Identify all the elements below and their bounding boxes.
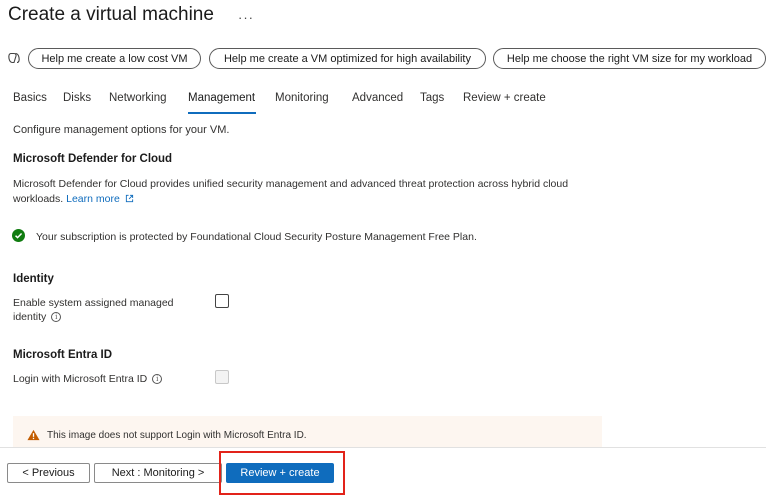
warning-icon	[27, 429, 40, 441]
more-options-button[interactable]: ···	[238, 10, 254, 25]
warning-text: This image does not support Login with M…	[47, 430, 307, 441]
learn-more-link[interactable]: Learn more	[66, 193, 134, 205]
managed-identity-label: Enable system assigned managed	[13, 297, 174, 309]
intro-text: Configure management options for your VM…	[13, 124, 230, 136]
info-icon[interactable]: i	[152, 374, 163, 385]
external-link-icon	[125, 194, 133, 203]
footer-divider	[0, 447, 766, 448]
copilot-icon	[8, 52, 20, 64]
defender-description: Microsoft Defender for Cloud provides un…	[13, 177, 593, 207]
suggestion-vm-size[interactable]: Help me choose the right VM size for my …	[493, 48, 766, 69]
next-monitoring-button[interactable]: Next : Monitoring >	[94, 463, 222, 483]
tab-networking[interactable]: Networking	[109, 92, 167, 114]
identity-heading: Identity	[13, 273, 54, 285]
tab-disks[interactable]: Disks	[63, 92, 91, 114]
highlight-annotation	[219, 451, 345, 495]
entra-login-checkbox	[215, 370, 229, 384]
create-vm-page: Create a virtual machine ··· Help me cre…	[0, 0, 766, 501]
managed-identity-label-line2: identity i	[13, 311, 62, 323]
success-check-icon	[12, 229, 25, 242]
entra-login-label: Login with Microsoft Entra ID i	[13, 373, 163, 385]
tab-basics[interactable]: Basics	[13, 92, 47, 114]
defender-status-text: Your subscription is protected by Founda…	[36, 231, 477, 243]
info-icon[interactable]: i	[51, 312, 62, 323]
defender-heading: Microsoft Defender for Cloud	[13, 153, 173, 165]
tab-advanced[interactable]: Advanced	[352, 92, 403, 114]
tab-monitoring[interactable]: Monitoring	[275, 92, 329, 114]
previous-button[interactable]: < Previous	[7, 463, 90, 483]
tab-review-create[interactable]: Review + create	[463, 92, 546, 114]
suggestion-high-availability-vm[interactable]: Help me create a VM optimized for high a…	[209, 48, 486, 69]
active-tab-indicator	[188, 112, 256, 114]
entra-heading: Microsoft Entra ID	[13, 349, 113, 361]
page-title: Create a virtual machine	[8, 4, 214, 25]
suggestion-low-cost-vm[interactable]: Help me create a low cost VM	[28, 48, 201, 69]
managed-identity-checkbox[interactable]	[215, 294, 229, 308]
tab-tags[interactable]: Tags	[420, 92, 444, 114]
warning-banner: This image does not support Login with M…	[13, 416, 602, 447]
tab-management[interactable]: Management	[188, 92, 255, 114]
